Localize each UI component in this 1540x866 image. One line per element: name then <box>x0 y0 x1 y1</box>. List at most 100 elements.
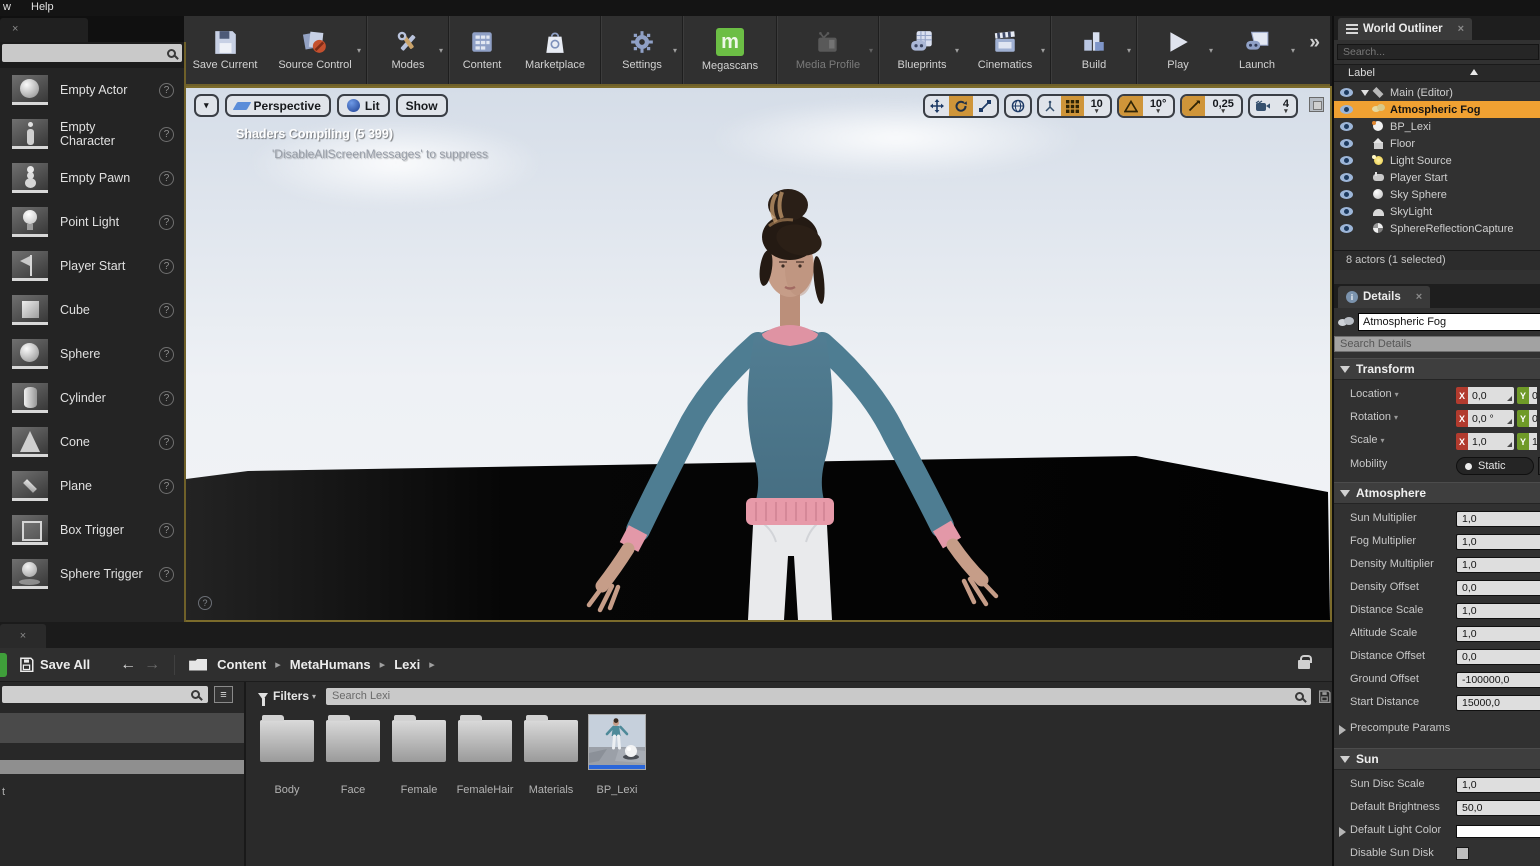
folder-tile-femalehair[interactable]: FemaleHair <box>452 712 518 796</box>
build-button[interactable]: Build ▾ <box>1054 16 1134 84</box>
density-multiplier-field[interactable]: 1,0 <box>1456 557 1540 573</box>
scale-snap-value-button[interactable]: 0,25▾ <box>1205 96 1240 116</box>
scale-x-field[interactable]: 1,0 <box>1468 433 1514 450</box>
rotation-snap-value-button[interactable]: 10°▾ <box>1143 96 1174 116</box>
mobility-static-button[interactable]: Static <box>1456 457 1534 475</box>
sources-item-bar[interactable] <box>0 713 244 743</box>
distance-offset-field[interactable]: 0,0 <box>1456 649 1540 665</box>
folder-tile-face[interactable]: Face <box>320 712 386 796</box>
camera-speed-value-button[interactable]: 4▾ <box>1276 96 1296 116</box>
place-actor-item-cylinder[interactable]: Cylinder? <box>0 376 184 420</box>
outliner-search-input[interactable]: Search... <box>1337 44 1539 60</box>
help-icon[interactable]: ? <box>159 259 174 274</box>
settings-button[interactable]: Settings ▾ <box>604 16 680 84</box>
actor-name-field[interactable]: Atmospheric Fog <box>1358 313 1540 331</box>
outliner-row-main-editor[interactable]: Main (Editor) <box>1334 84 1540 101</box>
place-actor-item-box-trigger[interactable]: Box Trigger? <box>0 508 184 552</box>
close-icon[interactable]: × <box>20 631 26 642</box>
visibility-eye-icon[interactable] <box>1340 207 1353 216</box>
atmosphere-section-header[interactable]: Atmosphere <box>1334 482 1540 504</box>
visibility-eye-icon[interactable] <box>1340 105 1353 114</box>
expand-icon[interactable] <box>1339 827 1346 837</box>
visibility-eye-icon[interactable] <box>1340 156 1353 165</box>
dropdown-caret-icon[interactable]: ▾ <box>1395 390 1399 399</box>
location-x-field[interactable]: 0,0 <box>1468 387 1514 404</box>
save-current-button[interactable]: Save Current <box>184 16 266 84</box>
visibility-eye-icon[interactable] <box>1340 88 1353 97</box>
save-all-button[interactable]: Save All <box>19 657 90 672</box>
place-actor-item-empty-character[interactable]: Empty Character? <box>0 112 184 156</box>
visibility-eye-icon[interactable] <box>1340 122 1353 131</box>
details-tab[interactable]: i Details × <box>1338 286 1430 308</box>
list-view-button[interactable]: ≡ <box>214 686 233 703</box>
help-icon[interactable]: ? <box>159 83 174 98</box>
scale-snap-toggle-button[interactable] <box>1182 96 1205 116</box>
outliner-column-header[interactable]: Label <box>1334 64 1540 82</box>
folder-tile-female[interactable]: Female <box>386 712 452 796</box>
rotate-tool-button[interactable] <box>949 96 973 116</box>
breadcrumb-lexi[interactable]: Lexi <box>394 657 420 672</box>
disable-sun-disk-checkbox[interactable] <box>1456 847 1469 860</box>
precompute-params-row[interactable]: Precompute Params <box>1334 718 1540 740</box>
lit-button[interactable]: Lit <box>337 94 390 117</box>
cinematics-button[interactable]: Cinematics ▾ <box>962 16 1048 84</box>
help-icon[interactable]: ? <box>159 127 174 142</box>
place-actor-item-sphere[interactable]: Sphere? <box>0 332 184 376</box>
help-icon[interactable]: ? <box>159 391 174 406</box>
location-y-field[interactable]: 0 <box>1529 387 1537 404</box>
rotation-x-field[interactable]: 0,0 ° <box>1468 410 1514 427</box>
rotation-snap-toggle-button[interactable] <box>1119 96 1143 116</box>
add-new-button-partial[interactable] <box>0 653 7 677</box>
help-icon[interactable]: ? <box>159 567 174 582</box>
viewport-options-dropdown[interactable]: ▾ <box>194 94 219 117</box>
sources-scrollbar[interactable] <box>0 760 244 774</box>
launch-button[interactable]: Launch ▾ <box>1216 16 1298 84</box>
default-brightness-field[interactable]: 50,0 <box>1456 800 1540 816</box>
place-actor-item-sphere-trigger[interactable]: Sphere Trigger? <box>0 552 184 596</box>
asset-tile-bp-lexi[interactable]: BP_Lexi <box>584 712 650 796</box>
folder-tile-materials[interactable]: Materials <box>518 712 584 796</box>
help-icon[interactable]: ? <box>159 171 174 186</box>
asset-search-input[interactable]: Search Lexi <box>326 688 1311 705</box>
details-search-input[interactable]: Search Details <box>1334 336 1540 352</box>
help-icon[interactable]: ? <box>159 523 174 538</box>
dropdown-caret-icon[interactable]: ▾ <box>1209 46 1213 55</box>
viewport-help-icon[interactable]: ? <box>198 596 212 610</box>
fog-multiplier-field[interactable]: 1,0 <box>1456 534 1540 550</box>
dropdown-caret-icon[interactable]: ▾ <box>357 46 361 55</box>
rotation-y-field[interactable]: 0 <box>1529 410 1537 427</box>
source-control-button[interactable]: Source Control ▾ <box>266 16 364 84</box>
content-button[interactable]: Content <box>452 16 512 84</box>
dropdown-caret-icon[interactable]: ▾ <box>1041 46 1045 55</box>
default-light-color-row[interactable]: Default Light Color <box>1334 820 1540 842</box>
outliner-row-sphere-reflection-capture[interactable]: SphereReflectionCapture <box>1334 220 1540 237</box>
sun-section-header[interactable]: Sun <box>1334 748 1540 770</box>
dropdown-caret-icon[interactable]: ▾ <box>1127 46 1131 55</box>
folder-tile-body[interactable]: Body <box>254 712 320 796</box>
snap-widget-button[interactable] <box>1039 96 1061 116</box>
visibility-eye-icon[interactable] <box>1340 139 1353 148</box>
expand-icon[interactable] <box>1339 725 1346 735</box>
dropdown-caret-icon[interactable]: ▾ <box>1291 46 1295 55</box>
marketplace-button[interactable]: Marketplace <box>512 16 598 84</box>
dropdown-caret-icon[interactable]: ▾ <box>1381 436 1385 445</box>
light-color-swatch[interactable] <box>1456 825 1540 838</box>
expander-icon[interactable] <box>1361 90 1369 96</box>
drag-grip-icon[interactable] <box>1507 442 1512 447</box>
visibility-eye-icon[interactable] <box>1340 190 1353 199</box>
altitude-scale-field[interactable]: 1,0 <box>1456 626 1540 642</box>
sun-multiplier-field[interactable]: 1,0 <box>1456 511 1540 527</box>
world-space-toggle-button[interactable] <box>1006 96 1030 116</box>
drag-grip-icon[interactable] <box>1507 396 1512 401</box>
help-icon[interactable]: ? <box>159 215 174 230</box>
toolbar-overflow-button[interactable]: » <box>1305 16 1330 84</box>
modes-button[interactable]: Modes ▾ <box>370 16 446 84</box>
scale-y-field[interactable]: 1 <box>1529 433 1537 450</box>
dropdown-caret-icon[interactable]: ▾ <box>1394 413 1398 422</box>
close-icon[interactable]: × <box>12 24 18 35</box>
place-actor-item-empty-pawn[interactable]: Empty Pawn? <box>0 156 184 200</box>
place-actor-item-point-light[interactable]: Point Light? <box>0 200 184 244</box>
close-icon[interactable]: × <box>1416 292 1422 303</box>
outliner-row-sky-sphere[interactable]: Sky Sphere <box>1334 186 1540 203</box>
megascans-button[interactable]: m Megascans <box>686 16 774 84</box>
